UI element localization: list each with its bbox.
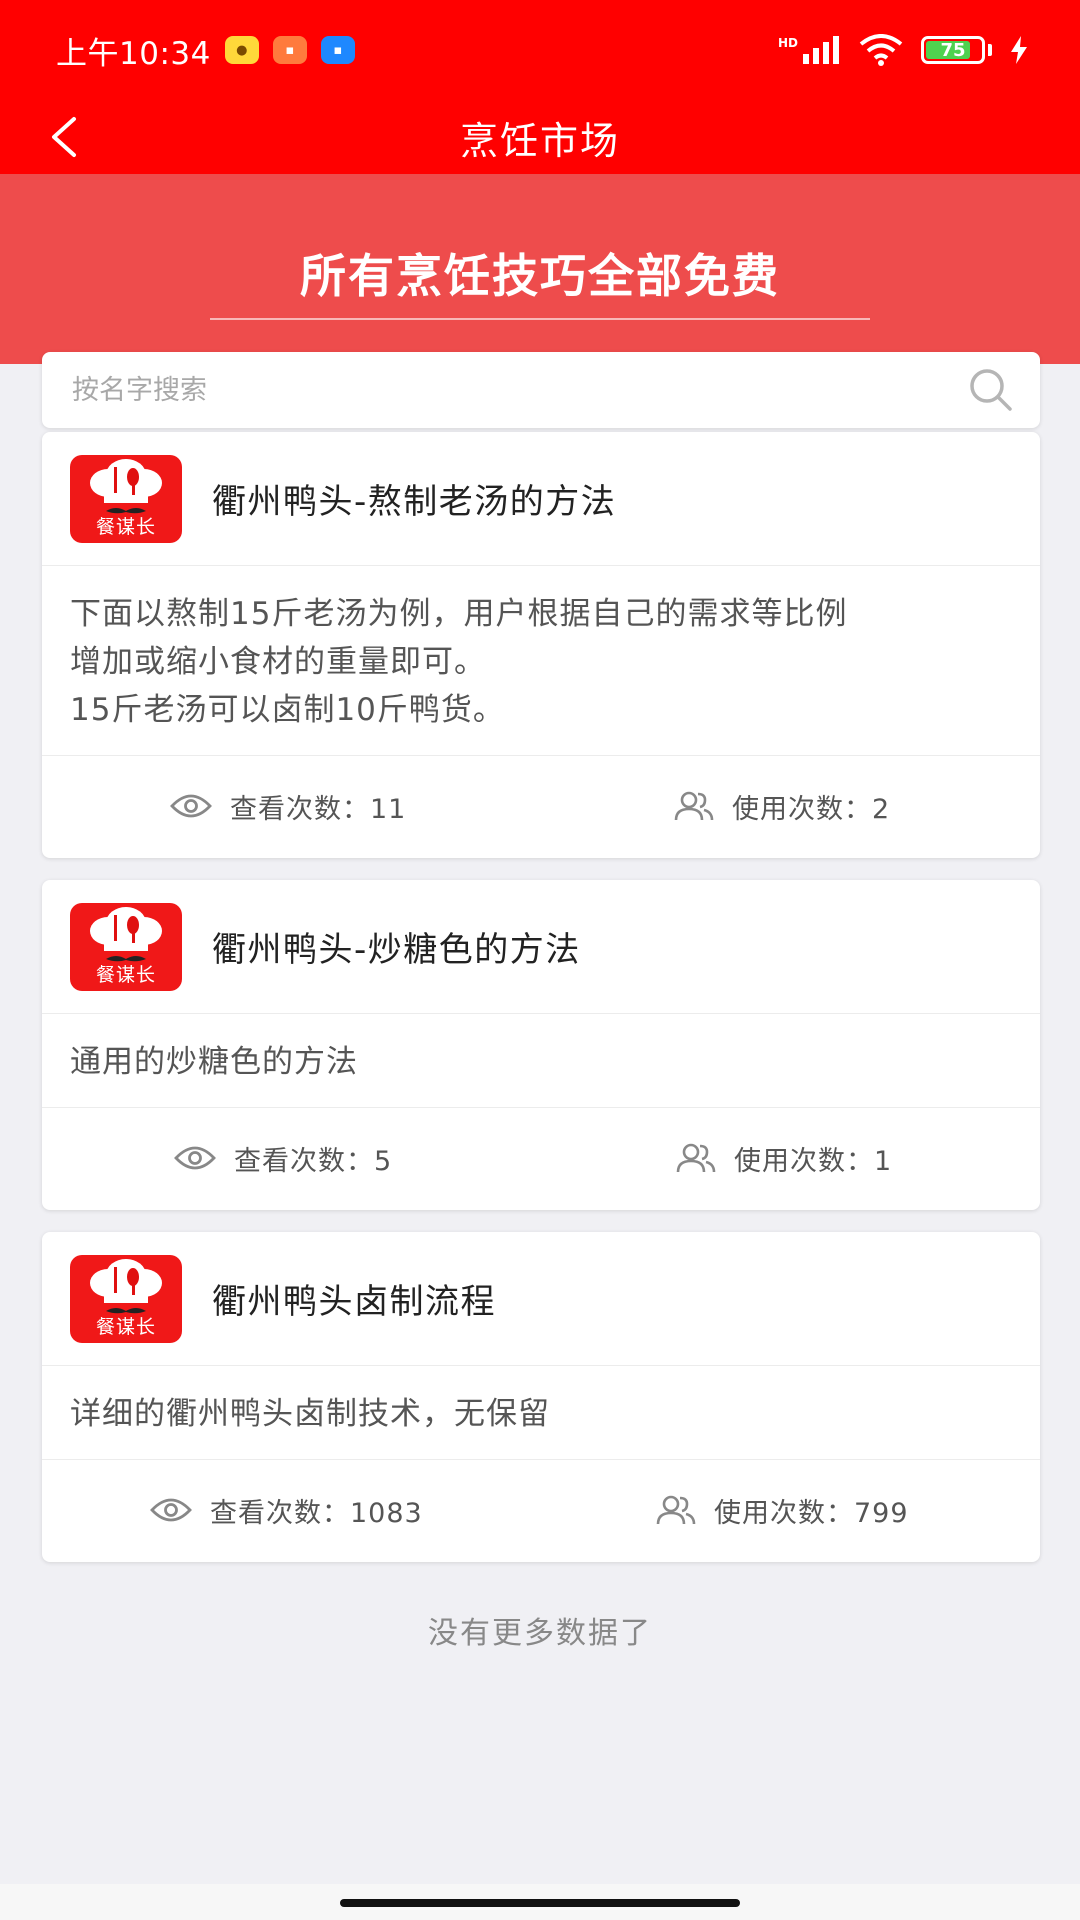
view-count-label: 查看次数：11 xyxy=(230,793,407,825)
card-header: 餐谋长 衢州鸭头卤制流程 xyxy=(42,1232,1040,1366)
users-icon xyxy=(674,791,714,821)
chef-logo-icon: 餐谋长 xyxy=(70,454,182,543)
card-description: 详细的衢州鸭头卤制技术，无保留 xyxy=(42,1366,1040,1460)
description-line: 详细的衢州鸭头卤制技术，无保留 xyxy=(70,1396,550,1432)
eye-icon xyxy=(170,794,212,818)
orange-app-icon: ▪ xyxy=(272,36,307,64)
signal-icon: HD xyxy=(778,36,841,64)
mascot-icon: ● xyxy=(224,36,259,64)
logo-text: 餐谋长 xyxy=(95,963,156,986)
battery-icon: 75 xyxy=(921,36,985,64)
promo-banner: 所有烹饪技巧全部免费 xyxy=(0,174,1080,364)
battery-tip xyxy=(988,44,992,56)
chevron-left-icon xyxy=(52,117,76,157)
logo-text: 餐谋长 xyxy=(95,515,156,538)
view-count-label: 查看次数：1083 xyxy=(210,1497,423,1529)
nav-bar: 烹饪市场 xyxy=(0,100,1080,174)
logo-text: 餐谋长 xyxy=(95,1315,156,1338)
use-count-label: 使用次数：799 xyxy=(714,1497,909,1529)
users-icon xyxy=(676,1143,716,1173)
recipe-card[interactable]: 餐谋长 衢州鸭头卤制流程 详细的衢州鸭头卤制技术，无保留 查看次数：1083 使… xyxy=(42,1232,1040,1562)
eye-icon xyxy=(150,1498,192,1522)
description-line: 下面以熬制15斤老汤为例，用户根据自己的需求等比例 xyxy=(70,596,848,632)
status-left: 上午10:34 ● ▪ ▪ xyxy=(56,28,355,73)
page-title: 烹饪市场 xyxy=(459,118,620,163)
view-count: 查看次数：1083 xyxy=(150,1491,423,1530)
card-title: 衢州鸭头卤制流程 xyxy=(212,1282,496,1322)
use-count: 使用次数：2 xyxy=(674,787,890,826)
card-title: 衢州鸭头-熬制老汤的方法 xyxy=(212,482,617,522)
signal-bars-icon xyxy=(803,36,839,64)
blue-app-icon: ▪ xyxy=(320,36,355,64)
card-stats: 查看次数：1083 使用次数：799 xyxy=(42,1460,1040,1560)
users-icon xyxy=(656,1495,696,1525)
use-count-label: 使用次数：2 xyxy=(732,793,891,825)
use-count: 使用次数：1 xyxy=(676,1139,892,1178)
chef-logo-icon: 餐谋长 xyxy=(70,902,182,991)
banner-title: 所有烹饪技巧全部免费 xyxy=(300,249,780,303)
eye-icon xyxy=(174,1146,216,1170)
home-indicator[interactable] xyxy=(340,1899,740,1907)
use-count: 使用次数：799 xyxy=(656,1491,909,1530)
recipe-card[interactable]: 餐谋长 衢州鸭头-炒糖色的方法 通用的炒糖色的方法 查看次数：5 使用次数：1 xyxy=(42,880,1040,1210)
view-count: 查看次数：5 xyxy=(174,1139,392,1178)
view-count-label: 查看次数：5 xyxy=(234,1145,393,1177)
recipe-card[interactable]: 餐谋长 衢州鸭头-熬制老汤的方法 下面以熬制15斤老汤为例，用户根据自己的需求等… xyxy=(42,432,1040,858)
network-type: HD xyxy=(777,36,798,50)
battery-level: 75 xyxy=(940,39,966,61)
status-time: 上午10:34 xyxy=(56,35,211,72)
no-more-data-text: 没有更多数据了 xyxy=(428,1616,652,1651)
banner-underline xyxy=(210,318,870,320)
card-description: 通用的炒糖色的方法 xyxy=(42,1014,1040,1108)
chef-logo-icon: 餐谋长 xyxy=(70,1254,182,1343)
description-line: 15斤老汤可以卤制10斤鸭货。 xyxy=(70,692,505,728)
search-box xyxy=(42,352,1040,428)
card-stats: 查看次数：11 使用次数：2 xyxy=(42,756,1040,856)
card-title: 衢州鸭头-炒糖色的方法 xyxy=(212,930,581,970)
card-description: 下面以熬制15斤老汤为例，用户根据自己的需求等比例 增加或缩小食材的重量即可。 … xyxy=(42,566,1040,756)
charging-icon xyxy=(1011,36,1027,64)
search-input[interactable] xyxy=(72,374,966,406)
description-line: 增加或缩小食材的重量即可。 xyxy=(70,644,486,680)
card-header: 餐谋长 衢州鸭头-熬制老汤的方法 xyxy=(42,432,1040,566)
description-line: 通用的炒糖色的方法 xyxy=(70,1044,358,1080)
status-bar: 上午10:34 ● ▪ ▪ HD 75 xyxy=(0,0,1080,100)
wifi-icon xyxy=(859,34,903,66)
card-stats: 查看次数：5 使用次数：1 xyxy=(42,1108,1040,1208)
view-count: 查看次数：11 xyxy=(170,787,406,826)
search-icon[interactable] xyxy=(966,365,1016,415)
use-count-label: 使用次数：1 xyxy=(734,1145,893,1177)
card-header: 餐谋长 衢州鸭头-炒糖色的方法 xyxy=(42,880,1040,1014)
status-right: HD 75 xyxy=(778,34,1028,66)
back-button[interactable] xyxy=(40,114,86,160)
